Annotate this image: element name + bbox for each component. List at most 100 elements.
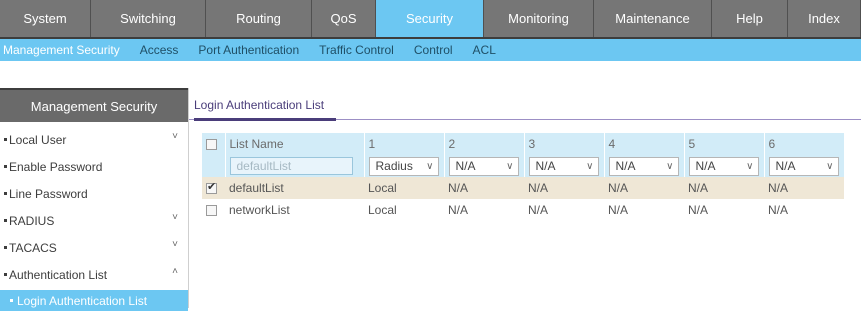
tab-system[interactable]: System (0, 0, 91, 37)
subnav-acl[interactable]: ACL (473, 43, 496, 57)
chevron-up-icon[interactable]: ˄ (172, 266, 178, 277)
method-cell: N/A (688, 203, 709, 217)
chevron-down-icon[interactable]: ˅ (172, 212, 178, 223)
bullet-icon (4, 165, 7, 168)
sidebar-item-tacacs[interactable]: TACACS ˅ (0, 234, 188, 261)
chevron-down-icon: ∨ (586, 160, 594, 172)
method-cell: N/A (604, 177, 684, 199)
sidebar-subitem-label: Login Authentication List (17, 293, 148, 308)
chevron-down-icon[interactable]: ˅ (172, 239, 178, 250)
sidebar-item-label: RADIUS (9, 213, 55, 228)
method-5-cell: N/A ∨ (683, 155, 764, 177)
method-3-select[interactable]: N/A ∨ (528, 156, 599, 176)
tab-switching[interactable]: Switching (91, 0, 206, 37)
select-all-checkbox[interactable] (206, 139, 217, 151)
list-name-cell: networkList (229, 203, 290, 217)
bullet-icon (4, 138, 7, 141)
input-row-empty-cell (202, 155, 225, 177)
method-3-cell: N/A ∨ (523, 155, 604, 177)
bullet-icon (4, 273, 7, 276)
select-value: N/A (615, 159, 636, 173)
sidebar-item-label: Line Password (9, 186, 88, 201)
chevron-down-icon: ∨ (826, 160, 834, 172)
table-row[interactable]: networkList Local N/A N/A N/A N/A N/A (202, 199, 844, 221)
method-cell: N/A (764, 177, 844, 199)
bullet-icon (10, 299, 13, 302)
method-2-select[interactable]: N/A ∨ (448, 156, 519, 176)
column-header-5: 5 (683, 133, 764, 155)
method-4-cell: N/A ∨ (603, 155, 684, 177)
tab-help[interactable]: Help (712, 0, 788, 37)
method-6-cell: N/A ∨ (763, 155, 844, 177)
tab-monitoring[interactable]: Monitoring (484, 0, 594, 37)
subnav-control[interactable]: Control (414, 43, 453, 57)
sidebar-item-label: Local User (9, 132, 67, 147)
select-value: N/A (695, 159, 716, 173)
select-value: N/A (455, 159, 476, 173)
column-header-4: 4 (603, 133, 684, 155)
tab-label: Security (406, 11, 453, 26)
method-cell: Local (368, 203, 397, 217)
subnav-traffic-control[interactable]: Traffic Control (319, 43, 394, 57)
column-header-2: 2 (443, 133, 524, 155)
bullet-icon (4, 219, 7, 222)
method-4-select[interactable]: N/A ∨ (608, 156, 679, 176)
chevron-down-icon: ∨ (426, 160, 434, 172)
login-auth-table: List Name 1 2 3 4 5 6 defaultList Radius… (202, 133, 844, 221)
column-header-list-name: List Name (224, 133, 364, 155)
tab-maintenance[interactable]: Maintenance (594, 0, 712, 37)
method-cell: N/A (768, 203, 789, 217)
subnav-management-security[interactable]: Management Security (3, 43, 120, 57)
method-cell: N/A (528, 203, 549, 217)
sidebar-item-radius[interactable]: RADIUS ˅ (0, 207, 188, 234)
method-1-select[interactable]: Radius ∨ (368, 156, 439, 176)
method-2-cell: N/A ∨ (443, 155, 524, 177)
column-header-6: 6 (763, 133, 844, 155)
method-cell: N/A (608, 203, 629, 217)
chevron-down-icon: ∨ (746, 160, 754, 172)
method-cell: N/A (524, 177, 604, 199)
column-header-3: 3 (523, 133, 604, 155)
tab-label: Help (736, 11, 763, 26)
tab-security[interactable]: Security (376, 0, 484, 37)
top-navigation: System Switching Routing QoS Security Mo… (0, 0, 861, 39)
chevron-down-icon[interactable]: ˅ (172, 131, 178, 142)
row-checkbox[interactable] (206, 180, 217, 195)
chevron-down-icon: ∨ (506, 160, 514, 172)
sidebar-header: Management Security (0, 88, 188, 122)
select-value: Radius (375, 159, 413, 173)
method-1-cell: Radius ∨ (363, 155, 444, 177)
tab-label: Maintenance (615, 11, 690, 26)
method-6-select[interactable]: N/A ∨ (768, 156, 839, 176)
list-name-input[interactable]: defaultList (229, 157, 353, 175)
method-5-select[interactable]: N/A ∨ (688, 156, 759, 176)
subnav-access[interactable]: Access (140, 43, 179, 57)
row-select-cell (202, 199, 225, 221)
tab-label: Monitoring (508, 11, 569, 26)
bullet-icon (4, 192, 7, 195)
chevron-down-icon: ∨ (666, 160, 674, 172)
sidebar-item-authentication-list[interactable]: Authentication List ˄ (0, 261, 188, 288)
subnav-port-authentication[interactable]: Port Authentication (198, 43, 299, 57)
tab-routing[interactable]: Routing (206, 0, 312, 37)
sidebar-item-local-user[interactable]: Local User ˅ (0, 126, 188, 153)
method-cell: N/A (684, 177, 764, 199)
tab-label: Routing (236, 11, 281, 26)
page-title: Login Authentication List (194, 98, 325, 112)
list-name-cell: defaultList (224, 155, 364, 177)
sidebar-item-label: TACACS (9, 240, 57, 255)
table-input-row: defaultList Radius ∨ N/A ∨ N/A ∨ N/A ∨ N/A ∨ … (202, 155, 844, 177)
row-select-cell (202, 177, 225, 199)
table-row[interactable]: defaultList Local N/A N/A N/A N/A N/A (202, 177, 844, 199)
list-name-cell: defaultList (225, 177, 364, 199)
tab-label: QoS (330, 11, 357, 26)
tab-qos[interactable]: QoS (312, 0, 376, 37)
tab-index[interactable]: Index (788, 0, 861, 37)
sidebar-item-label: Enable Password (9, 159, 103, 174)
column-header-1: 1 (363, 133, 444, 155)
tab-label: Switching (120, 11, 176, 26)
select-value: N/A (775, 159, 796, 173)
sidebar-item-line-password[interactable]: Line Password (0, 180, 188, 207)
row-checkbox[interactable] (206, 205, 217, 217)
sidebar-item-enable-password[interactable]: Enable Password (0, 153, 188, 180)
